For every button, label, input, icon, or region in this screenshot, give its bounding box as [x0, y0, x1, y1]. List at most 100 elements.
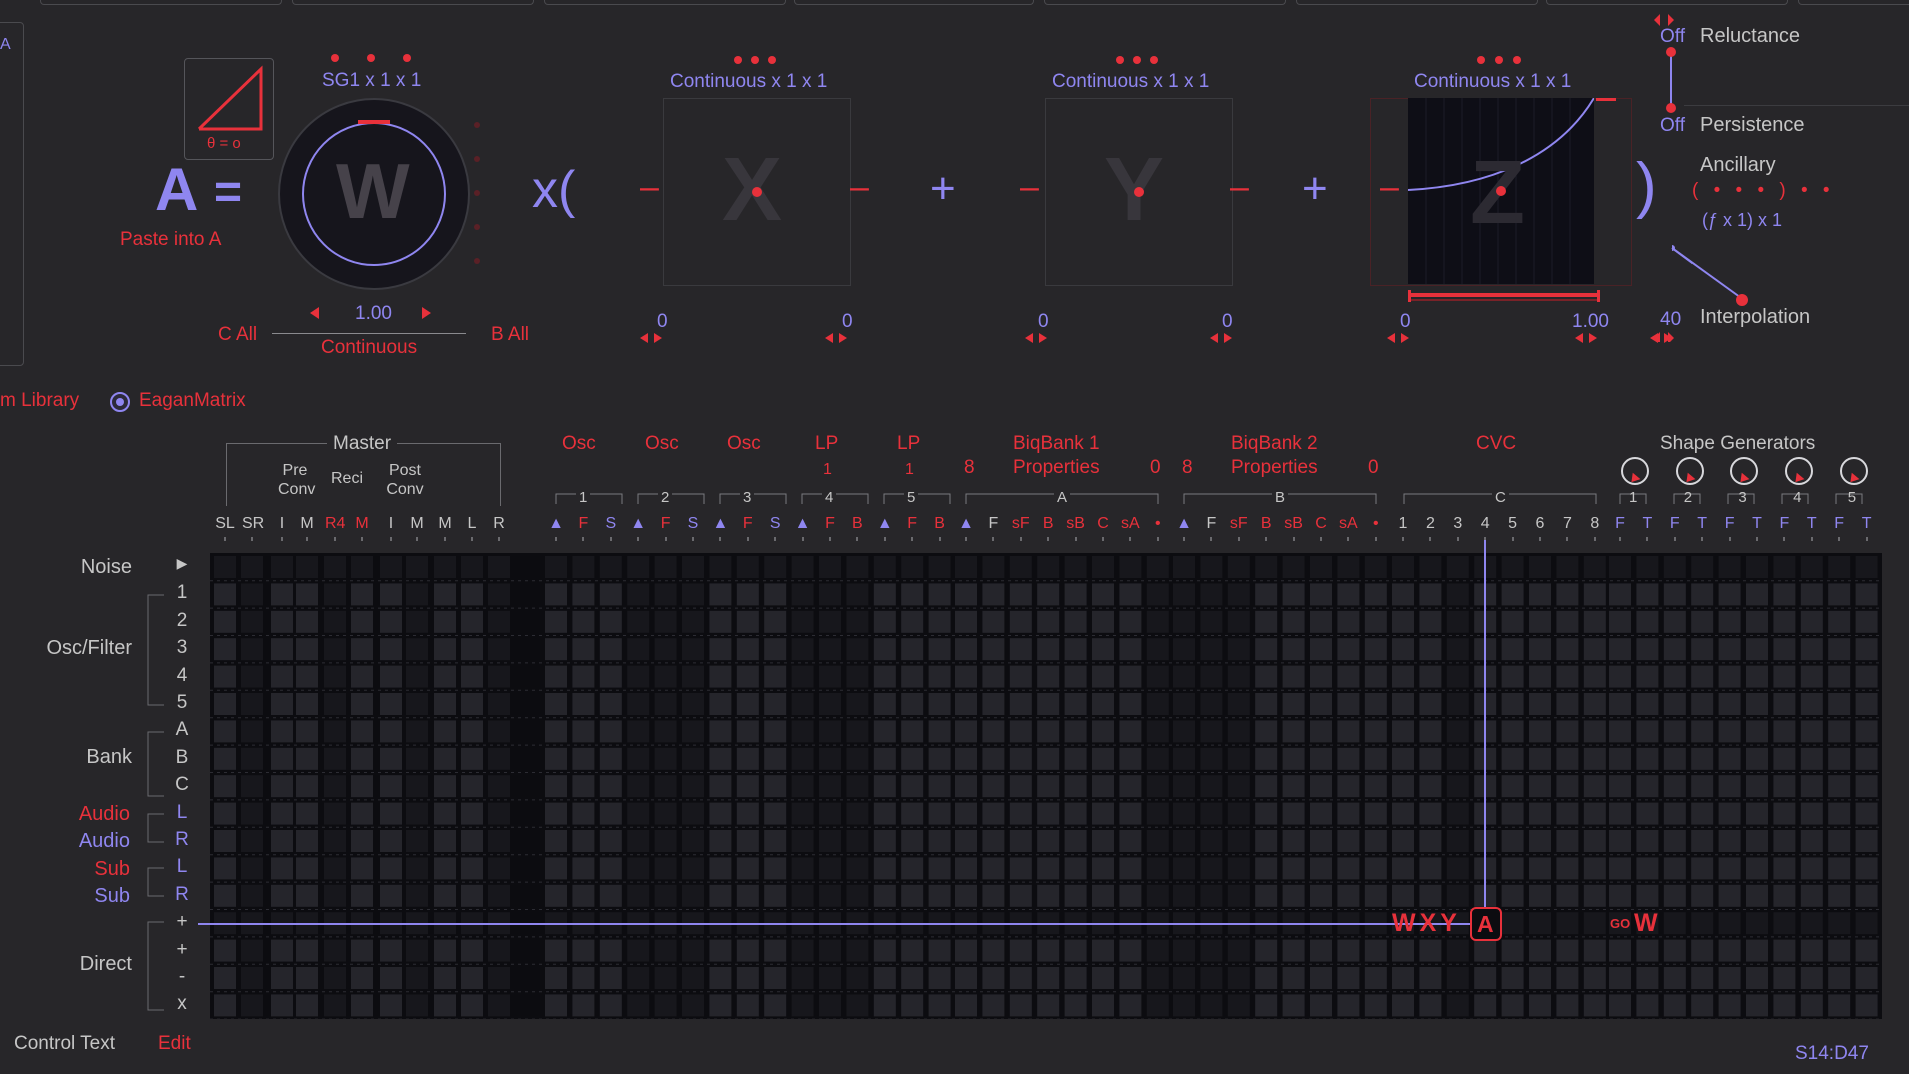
shape-generator-knob-5[interactable]: [1839, 457, 1868, 486]
column-header-cvc-2[interactable]: 3: [1448, 515, 1468, 533]
w-dot[interactable]: [331, 54, 339, 62]
biqbank1-right[interactable]: 0: [1150, 457, 1161, 479]
column-header-cvc-6[interactable]: 7: [1557, 515, 1577, 533]
w-knob[interactable]: W: [278, 98, 470, 290]
column-header-osc-12[interactable]: ▲: [875, 515, 895, 533]
biqbank2-left[interactable]: 8: [1182, 457, 1193, 479]
persistence-value[interactable]: Off: [1660, 115, 1685, 137]
column-header-master-6[interactable]: I: [381, 515, 401, 533]
column-header-cvc-1[interactable]: 2: [1420, 515, 1440, 533]
column-header-biq2-3[interactable]: B: [1256, 515, 1276, 533]
x-dot[interactable]: [768, 56, 776, 64]
column-header-master-0[interactable]: SL: [215, 515, 235, 533]
paste-into-a-button[interactable]: Paste into A: [120, 229, 221, 251]
c-all-button[interactable]: C All: [218, 324, 257, 346]
top-tab[interactable]: [1798, 0, 1909, 5]
column-header-master-7[interactable]: M: [407, 515, 427, 533]
column-header-master-8[interactable]: M: [435, 515, 455, 533]
column-header-master-10[interactable]: R: [489, 515, 509, 533]
column-header-master-5[interactable]: M: [352, 515, 372, 533]
column-header-cvc-7[interactable]: 8: [1585, 515, 1605, 533]
column-header-biq1-7[interactable]: •: [1148, 515, 1168, 533]
top-tab[interactable]: [544, 0, 786, 5]
top-tab[interactable]: [1044, 0, 1286, 5]
w-mode[interactable]: Continuous: [321, 337, 417, 359]
column-header-shape-8[interactable]: F: [1829, 515, 1849, 533]
ramp-shape-button[interactable]: θ = o: [184, 58, 274, 160]
shape-generator-knob-4[interactable]: [1785, 457, 1814, 486]
column-header-osc-0[interactable]: ▲: [546, 515, 566, 533]
x-term-box[interactable]: X: [663, 98, 851, 286]
column-header-cvc-0[interactable]: 1: [1393, 515, 1413, 533]
column-header-osc-9[interactable]: ▲: [793, 515, 813, 533]
top-tab[interactable]: [794, 0, 1034, 5]
column-header-osc-6[interactable]: ▲: [710, 515, 730, 533]
column-header-shape-3[interactable]: T: [1692, 515, 1712, 533]
column-header-shape-2[interactable]: F: [1665, 515, 1685, 533]
shape-generator-knob-2[interactable]: [1675, 457, 1704, 486]
column-header-biq2-7[interactable]: •: [1366, 515, 1386, 533]
top-tab[interactable]: [1296, 0, 1538, 5]
column-header-biq1-2[interactable]: sF: [1011, 515, 1031, 533]
column-header-biq1-6[interactable]: sA: [1120, 515, 1140, 533]
column-header-shape-9[interactable]: T: [1857, 515, 1877, 533]
z-dot[interactable]: [1477, 56, 1485, 64]
column-header-shape-5[interactable]: T: [1747, 515, 1767, 533]
z-dot[interactable]: [1495, 56, 1503, 64]
matrix-grid[interactable]: [210, 553, 1882, 1019]
cvc-title[interactable]: CVC: [1476, 433, 1516, 455]
biqbank1-properties[interactable]: Properties: [1013, 457, 1100, 479]
biqbank2-right[interactable]: 0: [1368, 457, 1379, 479]
eaganmatrix-label[interactable]: EaganMatrix: [139, 390, 246, 412]
shape-generator-knob-1[interactable]: [1621, 457, 1649, 486]
eaganmatrix-radio[interactable]: [110, 392, 130, 412]
column-header-osc-3[interactable]: ▲: [628, 515, 648, 533]
interpolation-value[interactable]: 40: [1660, 309, 1681, 331]
biqbank2-title[interactable]: BiqBank 2: [1231, 433, 1318, 455]
column-header-osc-4[interactable]: F: [656, 515, 676, 533]
column-header-master-9[interactable]: L: [462, 515, 482, 533]
biqbank2-properties[interactable]: Properties: [1231, 457, 1318, 479]
y-dot[interactable]: [1133, 56, 1141, 64]
y-dot[interactable]: [1150, 56, 1158, 64]
w-value-decrement[interactable]: [310, 307, 319, 319]
column-header-osc-13[interactable]: F: [902, 515, 922, 533]
column-header-biq2-6[interactable]: sA: [1338, 515, 1358, 533]
column-header-shape-0[interactable]: F: [1610, 515, 1630, 533]
shape-generator-knob-3[interactable]: [1730, 457, 1759, 486]
column-header-cvc-5[interactable]: 6: [1530, 515, 1550, 533]
column-header-biq2-2[interactable]: sF: [1229, 515, 1249, 533]
column-header-shape-1[interactable]: T: [1637, 515, 1657, 533]
column-header-master-2[interactable]: I: [272, 515, 292, 533]
z-range-bar[interactable]: [1408, 290, 1600, 302]
y-dot[interactable]: [1116, 56, 1124, 64]
column-header-biq2-1[interactable]: F: [1201, 515, 1221, 533]
column-header-biq1-5[interactable]: C: [1093, 515, 1113, 533]
top-tab[interactable]: [40, 0, 282, 5]
ancillary-expression[interactable]: ( • • • ) • •: [1692, 180, 1835, 202]
column-header-cvc-3[interactable]: 4: [1475, 515, 1495, 533]
column-header-biq2-5[interactable]: C: [1311, 515, 1331, 533]
w-value[interactable]: 1.00: [355, 303, 392, 325]
column-header-shape-6[interactable]: F: [1774, 515, 1794, 533]
top-tab[interactable]: [292, 0, 534, 5]
column-header-shape-4[interactable]: F: [1720, 515, 1740, 533]
column-header-osc-8[interactable]: S: [765, 515, 785, 533]
column-header-osc-11[interactable]: B: [847, 515, 867, 533]
column-header-biq2-0[interactable]: ▲: [1174, 515, 1194, 533]
library-link[interactable]: m Library: [0, 390, 79, 412]
column-header-osc-7[interactable]: F: [738, 515, 758, 533]
column-header-osc-2[interactable]: S: [601, 515, 621, 533]
column-header-osc-5[interactable]: S: [683, 515, 703, 533]
biqbank1-title[interactable]: BiqBank 1: [1013, 433, 1100, 455]
w-dot[interactable]: [367, 54, 375, 62]
column-header-cvc-4[interactable]: 5: [1503, 515, 1523, 533]
biqbank1-left[interactable]: 8: [964, 457, 975, 479]
reluctance-value[interactable]: Off: [1660, 26, 1685, 48]
b-all-button[interactable]: B All: [491, 324, 529, 346]
x-dot[interactable]: [734, 56, 742, 64]
column-header-osc-1[interactable]: F: [573, 515, 593, 533]
column-header-biq1-0[interactable]: ▲: [956, 515, 976, 533]
column-header-master-1[interactable]: SR: [242, 515, 264, 533]
column-header-master-3[interactable]: M: [297, 515, 317, 533]
